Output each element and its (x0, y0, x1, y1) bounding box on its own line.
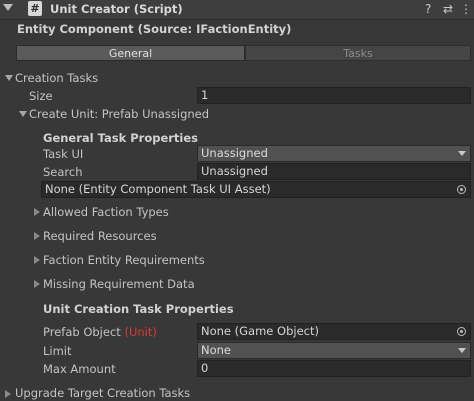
search-field[interactable]: Unassigned (197, 163, 471, 180)
entity-component-source: Entity Component (Source: IFactionEntity… (17, 22, 292, 36)
foldout-arrow-icon[interactable] (34, 232, 40, 240)
allowed-faction-types-foldout[interactable]: Allowed Faction Types (43, 204, 169, 220)
prefab-object-label-text: Prefab Object (43, 325, 121, 339)
required-resources-foldout[interactable]: Required Resources (43, 228, 157, 244)
task-ui-value: Unassigned (201, 146, 268, 160)
max-amount-label: Max Amount (43, 362, 116, 376)
creation-tasks-label[interactable]: Creation Tasks (15, 70, 98, 86)
menu-icon[interactable]: ⋮ (460, 2, 472, 16)
create-unit-element[interactable]: Create Unit: Prefab Unassigned (29, 106, 209, 122)
script-icon: # (28, 1, 42, 16)
prefab-object-value: None (Game Object) (201, 324, 319, 338)
component-header[interactable]: # Unit Creator (Script) ? ⇄ ⋮ (0, 0, 474, 20)
search-label: Search (43, 165, 83, 179)
limit-value: None (201, 343, 232, 357)
task-ui-label: Task UI (43, 147, 84, 161)
object-picker-icon[interactable] (457, 185, 466, 194)
foldout-arrow-icon[interactable] (34, 256, 40, 264)
general-task-properties-heading: General Task Properties (43, 131, 199, 145)
help-icon[interactable]: ? (425, 2, 431, 16)
task-ui-asset-field[interactable]: None (Entity Component Task UI Asset) (41, 181, 471, 198)
prefab-object-field[interactable]: None (Game Object) (197, 323, 471, 340)
dropdown-arrow-icon (458, 151, 466, 156)
max-amount-field[interactable]: 0 (197, 360, 471, 377)
prefab-required-tag: (Unit) (124, 325, 157, 339)
foldout-arrow-icon[interactable] (34, 208, 40, 216)
foldout-arrow-icon[interactable] (19, 111, 27, 117)
preset-icon[interactable]: ⇄ (443, 2, 453, 16)
faction-entity-requirements-foldout[interactable]: Faction Entity Requirements (43, 252, 205, 268)
unit-creation-task-properties-heading: Unit Creation Task Properties (43, 302, 234, 316)
upgrade-target-creation-tasks-foldout[interactable]: Upgrade Target Creation Tasks (15, 385, 190, 401)
tab-bar: General Tasks (16, 45, 471, 61)
foldout-arrow-icon[interactable] (34, 280, 40, 288)
task-ui-asset-value: None (Entity Component Task UI Asset) (45, 182, 271, 196)
task-ui-dropdown[interactable]: Unassigned (197, 145, 471, 162)
dropdown-arrow-icon (458, 348, 466, 353)
component-title: Unit Creator (Script) (50, 2, 183, 16)
object-picker-icon[interactable] (457, 327, 466, 336)
limit-label: Limit (43, 344, 72, 358)
missing-requirement-data-foldout[interactable]: Missing Requirement Data (43, 276, 195, 292)
prefab-object-label: Prefab Object (Unit) (43, 324, 157, 340)
tab-general[interactable]: General (16, 45, 245, 61)
foldout-arrow-icon[interactable] (5, 390, 11, 398)
foldout-arrow-icon[interactable] (5, 75, 13, 81)
size-field[interactable]: 1 (197, 87, 471, 104)
size-label: Size (29, 89, 53, 103)
component-fold-icon[interactable] (3, 4, 13, 11)
tab-tasks[interactable]: Tasks (245, 45, 471, 61)
limit-dropdown[interactable]: None (197, 342, 471, 359)
